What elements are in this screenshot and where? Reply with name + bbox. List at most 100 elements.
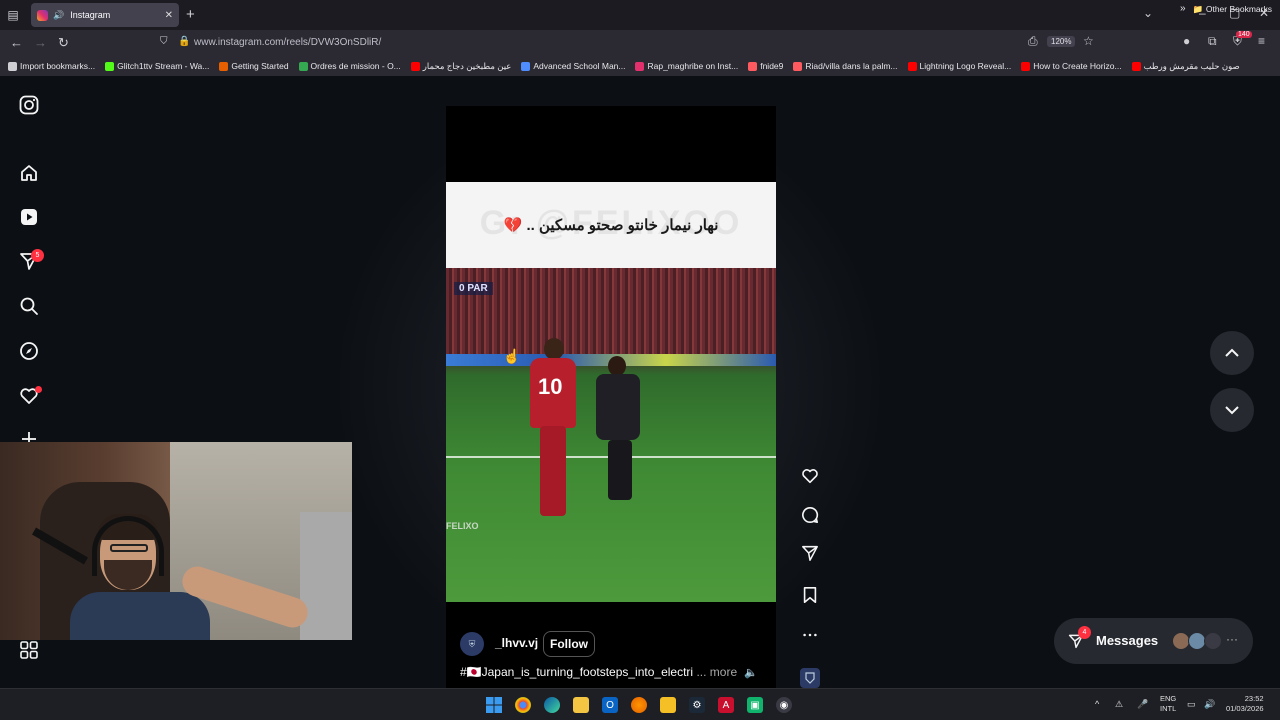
url-bar[interactable]: ⛉ 🔒 www.instagram.com/reels/DVW3OnSDliR/ (152, 33, 1102, 53)
more-link[interactable]: ... more (696, 665, 737, 679)
shield-icon[interactable]: ⛉ (160, 36, 168, 47)
adobe-icon[interactable]: A (718, 697, 734, 713)
bookmark-favicon-icon (105, 61, 115, 71)
explore-compass-icon[interactable] (18, 340, 40, 362)
bookmark-label: Advanced School Man... (533, 61, 626, 71)
bookmark-favicon-icon (748, 61, 758, 71)
instagram-page: 5 G: @FELIXOO نهار نيمار خانتو صحتو مسكي… (0, 76, 1280, 688)
back-icon[interactable]: ← (10, 35, 23, 50)
reel-footer: ⛨ _lhvv.vj Follow #🇯🇵Japan_is_turning_fo… (446, 602, 776, 688)
clock[interactable]: 23:52 01/03/2026 (1226, 694, 1264, 714)
tray-overflow-icon[interactable]: ^ (1095, 699, 1099, 709)
reel-avatar[interactable]: ⛨ (460, 632, 484, 656)
app-icon[interactable]: ▣ (747, 697, 763, 713)
microphone-icon[interactable]: 🎤 (1137, 699, 1148, 710)
account-icon[interactable]: ● (1183, 34, 1190, 48)
bookmark-item[interactable]: Advanced School Man... (521, 61, 625, 71)
other-bookmarks[interactable]: 📁 Other Bookmarks (1193, 4, 1272, 15)
lock-icon[interactable]: 🔒 (178, 36, 190, 47)
bookmark-item[interactable]: صون حليب مقرمش ورطب (1131, 61, 1240, 72)
browser-tab-bar: ▤ 🔊 Instagram ✕ + ⌄ – ▢ ✕ (0, 0, 1280, 30)
outlook-icon[interactable]: O (602, 697, 618, 713)
felixo-tag: FELIXO (446, 521, 479, 531)
windows-start-icon[interactable] (486, 697, 502, 713)
volume-icon[interactable]: 🔊 (1204, 699, 1215, 710)
chevron-up-icon (1225, 348, 1239, 357)
windows-taskbar: O ⚙ A ▣ ◉ ^ ⚠ 🎤 ENG INTL ▭ 🔊 23:52 01/03… (0, 688, 1280, 720)
search-icon[interactable] (18, 295, 40, 317)
player-red-kit: 10 (516, 338, 576, 516)
messages-button[interactable]: 4 Messages ··· (1054, 618, 1253, 664)
reel-arabic-caption: نهار نيمار خانتو صحتو مسكين .. 💔 (503, 217, 719, 234)
bookmark-label: Rap_maghribe on Inst... (647, 61, 739, 71)
bookmark-favicon-icon (1131, 61, 1141, 71)
bookmark-item[interactable]: Getting Started (219, 61, 289, 71)
file-explorer-icon[interactable] (573, 697, 589, 713)
football-pitch-image: 0 PAR 10 FELIXO (446, 268, 776, 602)
more-options-icon[interactable] (800, 625, 820, 645)
sound-toggle-icon[interactable]: 🔈 (744, 666, 758, 679)
bookmark-item[interactable]: Import bookmarks... (8, 61, 95, 71)
date: 01/03/2026 (1226, 704, 1264, 713)
reel-username[interactable]: _lhvv.vj (495, 636, 538, 650)
reel-video[interactable]: G: @FELIXOO نهار نيمار خانتو صحتو مسكين … (446, 106, 776, 688)
close-tab-icon[interactable]: ✕ (165, 10, 173, 21)
mouse-cursor-icon: ☝ (503, 348, 521, 364)
like-heart-icon[interactable] (800, 466, 820, 486)
edge-icon[interactable] (544, 697, 560, 713)
menu-icon[interactable]: ≡ (1258, 34, 1265, 48)
forward-icon[interactable]: → (34, 35, 47, 50)
webcam-overlay (0, 442, 352, 640)
zoom-level[interactable]: 120% (1047, 36, 1076, 47)
time: 23:52 (1244, 694, 1264, 703)
language-code: ENG (1160, 694, 1177, 703)
audio-avatar-icon[interactable] (800, 668, 820, 688)
bookmarks-overflow-icon[interactable]: » (1180, 3, 1186, 14)
bookmark-item[interactable]: Ordres de mission - O... (298, 61, 401, 71)
steam-icon[interactable]: ⚙ (689, 697, 705, 713)
follow-button[interactable]: Follow (543, 631, 595, 657)
bookmark-item[interactable]: How to Create Horizo... (1021, 61, 1122, 71)
language-indicator[interactable]: ENG INTL (1160, 694, 1176, 714)
comment-icon[interactable] (800, 505, 820, 525)
tab-list-icon[interactable]: ▤ (0, 0, 26, 30)
display-icon[interactable]: ▭ (1187, 699, 1196, 710)
network-off-icon[interactable]: ⚠ (1115, 699, 1123, 710)
reload-icon[interactable]: ↻ (58, 35, 69, 51)
home-icon[interactable] (18, 162, 40, 184)
bookmark-item[interactable]: Glitch1ttv Stream - Wa... (105, 61, 209, 71)
reels-icon[interactable] (18, 206, 40, 228)
message-avatar (1204, 632, 1222, 650)
speaker-icon[interactable]: 🔊 (53, 10, 64, 21)
tab-overflow-chevron-icon[interactable]: ⌄ (1143, 6, 1153, 20)
tab-instagram[interactable]: 🔊 Instagram ✕ (31, 3, 179, 27)
extension-badge: 140 (1236, 31, 1252, 38)
reel-description[interactable]: #🇯🇵Japan_is_turning_footsteps_into_elect… (460, 665, 737, 679)
url-text[interactable]: www.instagram.com/reels/DVW3OnSDliR/ (194, 37, 381, 48)
obs-icon[interactable]: ◉ (776, 697, 792, 713)
reel-caption-band: G: @FELIXOO نهار نيمار خانتو صحتو مسكين … (446, 182, 776, 268)
bookmark-item[interactable]: عين مطبخين دجاج محمار (410, 60, 512, 72)
next-reel-button[interactable] (1210, 388, 1254, 432)
bookmark-item[interactable]: fnide9 (748, 61, 783, 71)
bookmark-label: How to Create Horizo... (1033, 61, 1122, 71)
sticky-notes-icon[interactable] (660, 697, 676, 713)
bookmark-item[interactable]: Lightning Logo Reveal... (907, 61, 1011, 71)
share-icon[interactable] (800, 543, 820, 563)
bookmark-label: عين مطبخين دجاج محمار (422, 60, 512, 71)
bookmark-favicon-icon (298, 61, 308, 71)
new-tab-icon[interactable]: + (186, 6, 195, 23)
bookmark-star-icon[interactable]: ☆ (1083, 34, 1094, 48)
reader-view-icon[interactable]: ⎙ (1028, 34, 1038, 49)
messages-label: Messages (1096, 633, 1159, 648)
bookmark-item[interactable]: Riad/villa dans la palm... (793, 61, 898, 71)
instagram-logo-icon[interactable] (18, 94, 40, 116)
chrome-icon[interactable] (515, 697, 531, 713)
more-grid-icon[interactable] (18, 639, 40, 661)
extensions-icon[interactable]: ⧉ (1208, 34, 1217, 49)
bookmark-item[interactable]: Rap_maghribe on Inst... (635, 61, 738, 71)
firefox-icon[interactable] (631, 697, 647, 713)
messages-badge: 4 (1078, 626, 1091, 639)
save-bookmark-icon[interactable] (800, 585, 820, 605)
previous-reel-button[interactable] (1210, 331, 1254, 375)
